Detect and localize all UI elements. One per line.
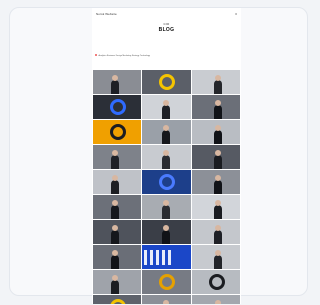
person-head (112, 150, 118, 156)
person-figure (213, 255, 222, 269)
post-thumbnail[interactable] (191, 170, 240, 194)
person-head (163, 300, 170, 304)
person-head (214, 250, 221, 256)
person-head (214, 150, 221, 156)
post-thumbnail[interactable] (191, 220, 240, 244)
person-head (214, 175, 221, 181)
graphic-circle (159, 74, 176, 90)
post-thumbnail[interactable] (93, 95, 142, 119)
post-thumbnail[interactable] (142, 95, 191, 119)
post-thumbnail[interactable] (93, 245, 142, 269)
brand-logo[interactable]: Norsk Website (96, 12, 117, 16)
post-thumbnail[interactable] (142, 195, 191, 219)
post-thumbnail[interactable] (93, 170, 142, 194)
page-title: BLOG (158, 27, 175, 33)
person-figure (162, 155, 171, 169)
post-thumbnail[interactable] (142, 270, 191, 294)
person-figure (213, 130, 222, 144)
blog-post-grid (93, 70, 240, 304)
person-figure (213, 105, 222, 119)
top-bar: Norsk Website ≡ (92, 8, 241, 20)
graphic-circle (110, 124, 126, 140)
category-link[interactable]: Marketing (123, 55, 132, 57)
graphic-circle (208, 274, 225, 290)
person-head (112, 225, 118, 231)
person-head (112, 250, 118, 256)
menu-icon[interactable]: ≡ (235, 12, 237, 16)
person-head (112, 175, 118, 181)
person-head (112, 75, 118, 81)
graphic-circle (159, 174, 176, 190)
graphic-circle (110, 299, 126, 304)
graphic-circle (159, 274, 176, 290)
person-head (214, 300, 221, 304)
post-thumbnail[interactable] (142, 245, 191, 269)
mobile-page-preview: Norsk Website ≡ CIO BLOG Analytics Busin… (92, 8, 241, 304)
person-figure (111, 230, 119, 244)
person-figure (213, 230, 222, 244)
category-link[interactable]: Design (116, 55, 122, 57)
person-figure (213, 80, 222, 94)
post-thumbnail[interactable] (93, 145, 142, 169)
category-filter-bar: Analytics Business Design Marketing Stra… (95, 54, 238, 60)
post-thumbnail[interactable] (93, 120, 142, 144)
category-link[interactable]: Strategy (132, 55, 139, 57)
post-thumbnail[interactable] (142, 120, 191, 144)
post-thumbnail[interactable] (191, 70, 240, 94)
category-link[interactable]: Business (107, 55, 115, 57)
person-figure (111, 205, 119, 219)
person-figure (111, 155, 119, 169)
person-figure (162, 130, 171, 144)
person-head (112, 200, 118, 206)
post-thumbnail[interactable] (191, 95, 240, 119)
person-head (214, 225, 221, 231)
person-figure (111, 80, 119, 94)
person-head (112, 275, 118, 281)
person-figure (162, 205, 171, 219)
person-figure (111, 180, 119, 194)
post-thumbnail[interactable] (93, 270, 142, 294)
post-thumbnail[interactable] (142, 170, 191, 194)
header-kicker: CIO (163, 22, 170, 26)
post-thumbnail[interactable] (93, 220, 142, 244)
post-thumbnail[interactable] (191, 270, 240, 294)
person-figure (213, 180, 222, 194)
person-figure (162, 105, 171, 119)
post-thumbnail[interactable] (93, 295, 142, 304)
person-figure (213, 155, 222, 169)
person-figure (111, 255, 119, 269)
person-figure (162, 230, 171, 244)
post-thumbnail[interactable] (191, 195, 240, 219)
person-figure (213, 205, 222, 219)
category-link[interactable]: Analytics (98, 55, 106, 57)
person-head (214, 200, 221, 206)
post-thumbnail[interactable] (191, 245, 240, 269)
graphic-stripes (144, 250, 173, 265)
active-category-dot-icon (95, 54, 97, 56)
post-thumbnail[interactable] (93, 195, 142, 219)
post-thumbnail[interactable] (142, 295, 191, 304)
post-thumbnail[interactable] (142, 145, 191, 169)
category-link[interactable]: Technology (140, 55, 150, 57)
post-thumbnail[interactable] (142, 220, 191, 244)
person-figure (111, 280, 119, 294)
post-thumbnail[interactable] (191, 120, 240, 144)
person-head (214, 125, 221, 131)
post-thumbnail[interactable] (93, 70, 142, 94)
post-thumbnail[interactable] (191, 295, 240, 304)
post-thumbnail[interactable] (191, 145, 240, 169)
graphic-circle (110, 99, 126, 115)
page-header: CIO BLOG (92, 22, 241, 33)
person-head (214, 75, 221, 81)
post-thumbnail[interactable] (142, 70, 191, 94)
person-head (214, 100, 221, 106)
